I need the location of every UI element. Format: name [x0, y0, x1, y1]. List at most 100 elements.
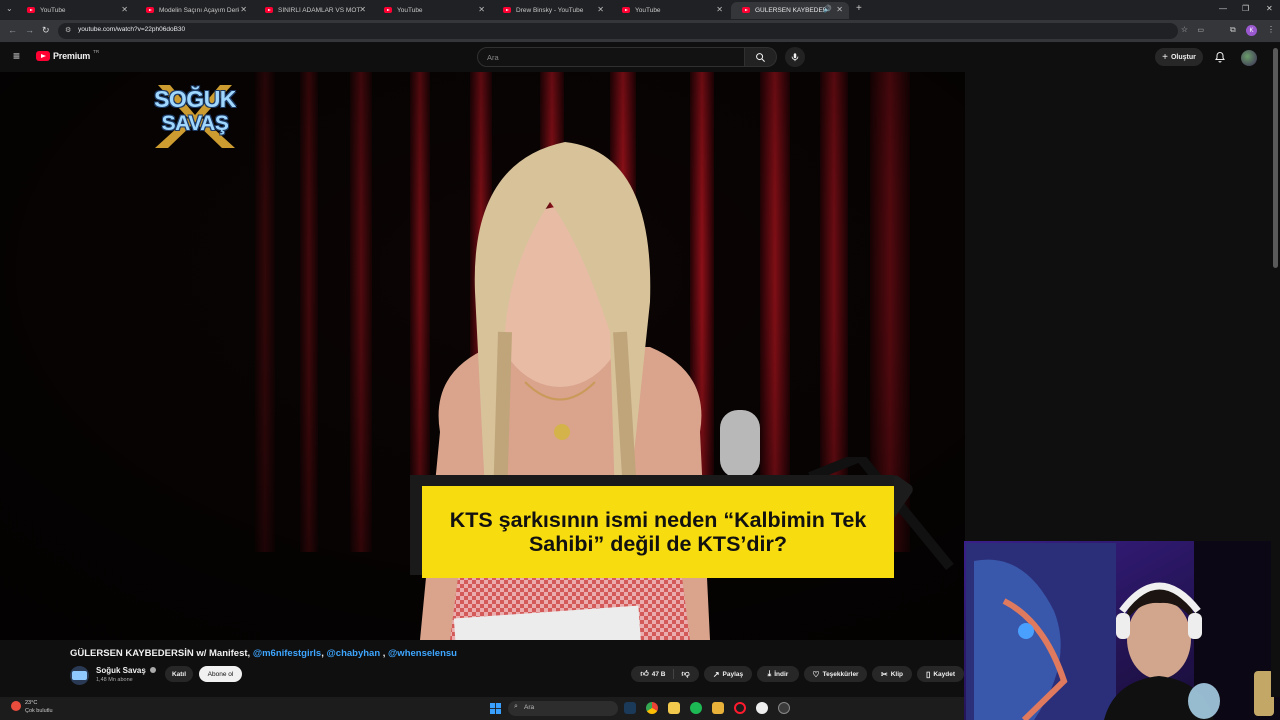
tab-title: Drew Binsky - YouTube: [516, 7, 584, 14]
youtube-favicon-icon: [146, 7, 154, 13]
minimize-icon[interactable]: —: [1219, 4, 1227, 13]
share-button[interactable]: ↗ Paylaş: [704, 666, 752, 682]
audio-playing-icon[interactable]: 🔊: [823, 5, 832, 13]
youtube-play-logo-icon: [36, 51, 50, 61]
browser-tab[interactable]: Drew Binsky - YouTube ✕: [492, 2, 610, 19]
youtube-favicon-icon: [27, 7, 35, 13]
tab-title: SİNİRLİ ADAMLAR VS MOTORCU: [278, 7, 360, 14]
weather-icon[interactable]: [11, 701, 21, 711]
site-info-icon[interactable]: ⚙: [65, 26, 71, 34]
like-button[interactable]: 👍︎ 47 B: [640, 669, 675, 679]
mention-link[interactable]: @whenselensu: [388, 648, 457, 659]
folder-icon[interactable]: [712, 702, 724, 714]
download-button[interactable]: ⤓ İndir: [757, 666, 799, 682]
thanks-button[interactable]: ♡ Teşekkürler: [804, 666, 867, 682]
close-tab-icon[interactable]: ✕: [478, 5, 485, 14]
windows-start-icon[interactable]: [490, 703, 501, 714]
taskbar-search[interactable]: ⌕ Ara: [508, 701, 618, 716]
thumbs-down-icon: 👎︎: [681, 669, 690, 678]
question-line-1: KTS şarkısının ismi neden “Kalbimin Tek: [449, 508, 867, 532]
browser-tab-active[interactable]: GÜLERSEN KAYBEDERSİN w/ 🔊 ✕: [731, 2, 849, 19]
show-logo: SOĞUK SAVAŞ: [140, 80, 250, 150]
url-text: youtube.com/watch?v=22ph06doB30: [78, 26, 186, 33]
reload-icon[interactable]: ↻: [42, 25, 50, 36]
thumbs-up-icon: 👍︎: [640, 669, 649, 678]
join-label: Katıl: [171, 670, 187, 678]
obs-icon[interactable]: [778, 702, 790, 714]
youtube-favicon-icon: [265, 7, 273, 13]
close-tab-icon[interactable]: ✕: [597, 5, 604, 14]
youtube-logo[interactable]: Premium TR: [36, 49, 99, 61]
file-explorer-icon[interactable]: [668, 702, 680, 714]
tab-title: GÜLERSEN KAYBEDERSİN w/: [755, 7, 825, 14]
question-card: KTS şarkısının ismi neden “Kalbimin Tek …: [422, 486, 894, 578]
github-icon[interactable]: [756, 702, 768, 714]
channel-name[interactable]: Soğuk Savaş: [96, 666, 157, 675]
opera-icon[interactable]: [734, 702, 746, 714]
subscribe-label: Abone ol: [207, 670, 234, 678]
verified-badge-icon: [150, 667, 157, 673]
profile-avatar[interactable]: K: [1246, 25, 1257, 36]
windows-taskbar: 23°C Çok bulutlu ⌕ Ara: [0, 697, 964, 720]
close-tab-icon[interactable]: ✕: [121, 5, 128, 14]
premium-label: Premium: [53, 51, 91, 61]
dislike-button[interactable]: 👎︎: [677, 669, 689, 679]
video-title-text: GÜLERSEN KAYBEDERSİN w/ Manifest,: [70, 648, 253, 659]
bookmark-star-icon[interactable]: ☆: [1181, 25, 1188, 34]
clip-label: Klip: [890, 670, 903, 678]
notifications-bell-icon[interactable]: [1214, 51, 1226, 63]
video-player[interactable]: SOĞUK SAVAŞ KTS şarkısının ismi neden “K…: [0, 72, 965, 640]
forward-icon[interactable]: →: [25, 25, 34, 35]
browser-tab[interactable]: YouTube ✕: [611, 2, 729, 19]
share-icon: ↗: [712, 669, 720, 679]
mention-link[interactable]: @chabyhan: [327, 648, 381, 659]
search-button[interactable]: [745, 47, 777, 67]
search-input[interactable]: Ara: [477, 47, 745, 67]
back-icon[interactable]: ←: [8, 25, 17, 35]
save-button[interactable]: ▯ Kaydet: [917, 666, 964, 682]
close-tab-icon[interactable]: ✕: [716, 5, 723, 14]
share-label: Paylaş: [722, 670, 744, 678]
like-count: 47 B: [651, 670, 666, 678]
steam-icon[interactable]: [624, 702, 636, 714]
cast-icon[interactable]: ▭: [1197, 26, 1204, 34]
tab-title: YouTube: [40, 7, 66, 14]
thanks-label: Teşekkürler: [822, 670, 859, 678]
close-window-icon[interactable]: ✕: [1266, 4, 1273, 13]
spotify-icon[interactable]: [690, 702, 702, 714]
hamburger-menu-icon[interactable]: ≡: [13, 50, 20, 62]
browser-tab[interactable]: YouTube ✕: [373, 2, 491, 19]
close-tab-icon[interactable]: ✕: [359, 5, 366, 14]
chrome-icon[interactable]: [646, 702, 658, 714]
new-tab-icon[interactable]: +: [856, 3, 862, 14]
close-tab-icon[interactable]: ✕: [836, 5, 843, 14]
browser-tab[interactable]: Modelin Saçını Açayım Derken... ✕: [135, 2, 253, 19]
webcam-scene: [964, 541, 1280, 720]
tab-title: YouTube: [397, 7, 423, 14]
clip-button[interactable]: ✂ Klip: [872, 666, 912, 682]
voice-search-button[interactable]: [785, 47, 805, 67]
maximize-icon[interactable]: ❐: [1242, 4, 1249, 13]
extensions-icon[interactable]: ⧉: [1230, 25, 1236, 35]
browser-menu-icon[interactable]: ⋮: [1267, 25, 1275, 34]
browser-tab-strip: ⌄ YouTube ✕ Modelin Saçını Açayım Derken…: [0, 0, 1280, 20]
subscribe-button[interactable]: Abone ol: [199, 666, 242, 682]
account-avatar[interactable]: [1241, 50, 1257, 66]
join-button[interactable]: Katıl: [165, 666, 193, 682]
scissors-icon: ✂: [881, 669, 888, 679]
tab-title: Modelin Saçını Açayım Derken...: [159, 7, 239, 14]
create-button[interactable]: + Oluştur: [1155, 48, 1203, 66]
channel-avatar[interactable]: [70, 666, 89, 685]
mention-link[interactable]: @m6nifestgirls: [253, 648, 321, 659]
download-icon: ⤓: [767, 669, 772, 678]
page-scrollbar[interactable]: [1271, 42, 1280, 697]
browser-tab[interactable]: YouTube ✕: [16, 2, 134, 19]
address-bar[interactable]: ⚙ youtube.com/watch?v=22ph06doB30 ▭ ☆: [58, 23, 1204, 39]
tab-list-chevron-icon[interactable]: ⌄: [6, 4, 13, 13]
scrollbar-thumb[interactable]: [1273, 48, 1278, 268]
save-label: Kaydet: [933, 670, 956, 678]
close-tab-icon[interactable]: ✕: [240, 5, 247, 14]
search-placeholder: Ara: [487, 53, 499, 62]
download-label: İndir: [774, 670, 789, 678]
browser-tab[interactable]: SİNİRLİ ADAMLAR VS MOTORCU ✕: [254, 2, 372, 19]
